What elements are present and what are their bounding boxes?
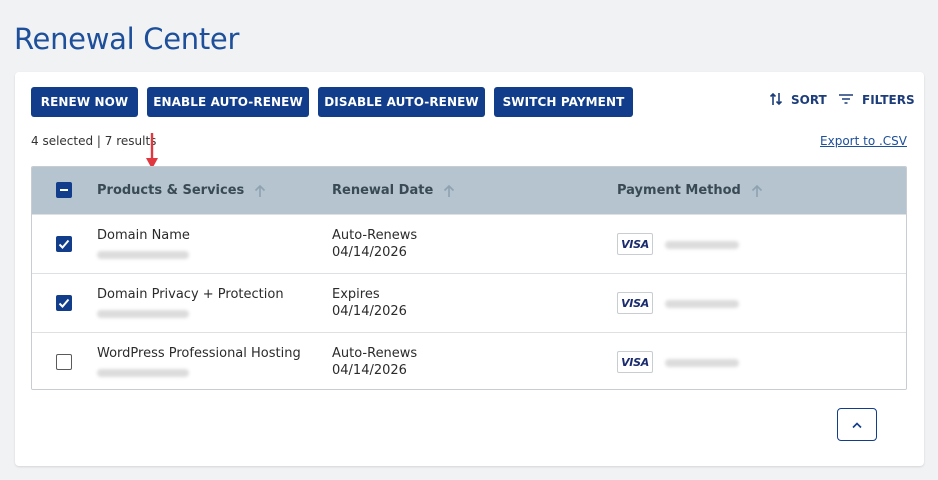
selection-summary: 4 selected | 7 results <box>31 134 157 148</box>
column-label: Products & Services <box>97 183 245 198</box>
disable-auto-renew-button[interactable]: DISABLE AUTO-RENEW <box>318 87 485 117</box>
renewal-card: RENEW NOW ENABLE AUTO-RENEW DISABLE AUTO… <box>15 72 924 466</box>
sort-up-arrow-icon <box>444 184 455 197</box>
column-label: Renewal Date <box>332 183 434 198</box>
renew-now-button[interactable]: RENEW NOW <box>31 87 138 117</box>
sort-button[interactable]: SORT <box>769 90 827 110</box>
export-csv-link[interactable]: Export to .CSV <box>820 134 907 148</box>
product-name: Domain Name <box>97 228 190 243</box>
blurred-domain <box>97 251 189 259</box>
chevron-up-icon <box>852 421 862 428</box>
renewals-table: Products & Services Renewal Date Payment… <box>31 166 907 390</box>
scroll-to-top-button[interactable] <box>837 408 877 441</box>
visa-card-icon: VISA <box>617 233 653 255</box>
renewal-status: Auto-Renews <box>332 346 418 361</box>
table-row[interactable]: WordPress Professional Hosting Auto-Rene… <box>32 332 906 389</box>
column-label: Payment Method <box>617 183 741 198</box>
filter-lines-icon <box>838 92 854 109</box>
sort-label: SORT <box>791 93 827 107</box>
row-checkbox[interactable] <box>56 295 72 311</box>
switch-payment-button[interactable]: SWITCH PAYMENT <box>494 87 633 117</box>
annotation-arrow-icon <box>146 133 158 169</box>
column-renewal-date[interactable]: Renewal Date <box>332 167 455 214</box>
sort-arrows-icon <box>769 91 783 110</box>
minus-icon <box>60 189 68 191</box>
table-row[interactable]: Domain Name Auto-Renews 04/14/2026 VISA <box>32 214 906 273</box>
checkmark-icon <box>58 298 70 308</box>
column-payment-method[interactable]: Payment Method <box>617 167 763 214</box>
renewal-date: 04/14/2026 <box>332 245 407 260</box>
renewal-status: Expires <box>332 287 380 302</box>
select-all-checkbox[interactable] <box>56 182 72 198</box>
blurred-domain <box>97 310 189 318</box>
blurred-domain <box>97 369 189 377</box>
renewal-date: 04/14/2026 <box>332 304 407 319</box>
product-name: Domain Privacy + Protection <box>97 287 284 302</box>
visa-card-icon: VISA <box>617 292 653 314</box>
sort-up-arrow-icon <box>255 184 266 197</box>
enable-auto-renew-button[interactable]: ENABLE AUTO-RENEW <box>147 87 309 117</box>
table-header: Products & Services Renewal Date Payment… <box>32 167 906 214</box>
renewal-date: 04/14/2026 <box>332 363 407 378</box>
sort-up-arrow-icon <box>751 184 762 197</box>
renewal-status: Auto-Renews <box>332 228 418 243</box>
page-title: Renewal Center <box>14 22 240 56</box>
column-products-services[interactable]: Products & Services <box>97 167 266 214</box>
filters-button[interactable]: FILTERS <box>838 90 915 110</box>
blurred-card-number <box>665 300 739 308</box>
row-checkbox[interactable] <box>56 236 72 252</box>
row-checkbox[interactable] <box>56 354 72 370</box>
checkmark-icon <box>58 239 70 249</box>
table-row[interactable]: Domain Privacy + Protection Expires 04/1… <box>32 273 906 332</box>
visa-card-icon: VISA <box>617 351 653 373</box>
blurred-card-number <box>665 359 739 367</box>
filters-label: FILTERS <box>862 93 915 107</box>
blurred-card-number <box>665 241 739 249</box>
product-name: WordPress Professional Hosting <box>97 346 301 361</box>
